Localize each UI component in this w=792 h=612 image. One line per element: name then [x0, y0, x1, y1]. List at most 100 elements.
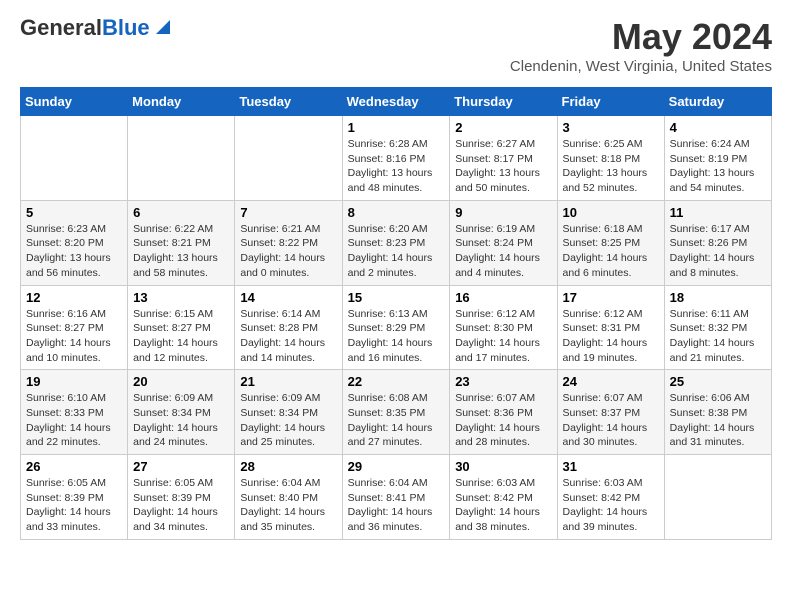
- calendar-cell: [235, 116, 342, 201]
- day-number: 8: [348, 205, 445, 220]
- day-number: 28: [240, 459, 336, 474]
- calendar-cell: 5Sunrise: 6:23 AM Sunset: 8:20 PM Daylig…: [21, 200, 128, 285]
- calendar-cell: 18 Sunrise: 6:11 AM Sunset: 8:32 PM Dayli…: [664, 285, 771, 370]
- day-number: 9: [455, 205, 551, 220]
- day-number: 5: [26, 205, 122, 220]
- weekday-header-monday: Monday: [128, 88, 235, 116]
- weekday-header-friday: Friday: [557, 88, 664, 116]
- calendar-cell: 21Sunrise: 6:09 AM Sunset: 8:34 PM Dayli…: [235, 370, 342, 455]
- calendar-cell: 23Sunrise: 6:07 AM Sunset: 8:36 PM Dayli…: [450, 370, 557, 455]
- calendar-cell: 30Sunrise: 6:03 AM Sunset: 8:42 PM Dayli…: [450, 455, 557, 540]
- day-number: 22: [348, 374, 445, 389]
- day-info: Sunrise: 6:11 AM Sunset: 8:32 PM Dayligh…: [670, 307, 766, 366]
- day-info: Sunrise: 6:24 AM Sunset: 8:19 PM Dayligh…: [670, 137, 766, 196]
- calendar-cell: 9 Sunrise: 6:19 AM Sunset: 8:24 PM Daylig…: [450, 200, 557, 285]
- day-number: 18: [670, 290, 766, 305]
- day-number: 10: [563, 205, 659, 220]
- location-title: Clendenin, West Virginia, United States: [510, 58, 772, 75]
- calendar-cell: 26 Sunrise: 6:05 AM Sunset: 8:39 PM Dayli…: [21, 455, 128, 540]
- day-number: 12: [26, 290, 122, 305]
- day-number: 25: [670, 374, 766, 389]
- weekday-header-sunday: Sunday: [21, 88, 128, 116]
- calendar-cell: 25Sunrise: 6:06 AM Sunset: 8:38 PM Dayli…: [664, 370, 771, 455]
- day-info: Sunrise: 6:13 AM Sunset: 8:29 PM Dayligh…: [348, 307, 445, 366]
- calendar-cell: 13 Sunrise: 6:15 AM Sunset: 8:27 PM Dayli…: [128, 285, 235, 370]
- day-info: Sunrise: 6:17 AM Sunset: 8:26 PM Dayligh…: [670, 222, 766, 281]
- header: GeneralBlue May 2024 Clendenin, West Vir…: [20, 16, 772, 75]
- day-info: Sunrise: 6:14 AM Sunset: 8:28 PM Dayligh…: [240, 307, 336, 366]
- calendar-week-row: 19 Sunrise: 6:10 AM Sunset: 8:33 PM Dayli…: [21, 370, 772, 455]
- weekday-header-saturday: Saturday: [664, 88, 771, 116]
- logo: GeneralBlue: [20, 16, 174, 40]
- calendar-cell: 31 Sunrise: 6:03 AM Sunset: 8:42 PM Dayli…: [557, 455, 664, 540]
- day-number: 27: [133, 459, 229, 474]
- calendar-cell: 16 Sunrise: 6:12 AM Sunset: 8:30 PM Dayli…: [450, 285, 557, 370]
- day-info: Sunrise: 6:07 AM Sunset: 8:36 PM Dayligh…: [455, 391, 551, 450]
- day-info: Sunrise: 6:25 AM Sunset: 8:18 PM Dayligh…: [563, 137, 659, 196]
- day-info: Sunrise: 6:05 AM Sunset: 8:39 PM Dayligh…: [26, 476, 122, 535]
- calendar-cell: 20 Sunrise: 6:09 AM Sunset: 8:34 PM Dayli…: [128, 370, 235, 455]
- day-number: 4: [670, 120, 766, 135]
- calendar-cell: 27 Sunrise: 6:05 AM Sunset: 8:39 PM Dayli…: [128, 455, 235, 540]
- calendar-cell: 11 Sunrise: 6:17 AM Sunset: 8:26 PM Dayli…: [664, 200, 771, 285]
- day-number: 20: [133, 374, 229, 389]
- weekday-header-wednesday: Wednesday: [342, 88, 450, 116]
- weekday-header-tuesday: Tuesday: [235, 88, 342, 116]
- day-number: 31: [563, 459, 659, 474]
- day-number: 6: [133, 205, 229, 220]
- day-info: Sunrise: 6:19 AM Sunset: 8:24 PM Dayligh…: [455, 222, 551, 281]
- calendar-week-row: 1Sunrise: 6:28 AM Sunset: 8:16 PM Daylig…: [21, 116, 772, 201]
- day-number: 26: [26, 459, 122, 474]
- day-info: Sunrise: 6:04 AM Sunset: 8:40 PM Dayligh…: [240, 476, 336, 535]
- day-info: Sunrise: 6:12 AM Sunset: 8:30 PM Dayligh…: [455, 307, 551, 366]
- day-info: Sunrise: 6:22 AM Sunset: 8:21 PM Dayligh…: [133, 222, 229, 281]
- calendar: SundayMondayTuesdayWednesdayThursdayFrid…: [20, 87, 772, 540]
- day-info: Sunrise: 6:10 AM Sunset: 8:33 PM Dayligh…: [26, 391, 122, 450]
- calendar-cell: 17 Sunrise: 6:12 AM Sunset: 8:31 PM Dayli…: [557, 285, 664, 370]
- month-title: May 2024: [510, 16, 772, 58]
- day-number: 19: [26, 374, 122, 389]
- day-number: 11: [670, 205, 766, 220]
- logo-text: GeneralBlue: [20, 16, 150, 40]
- calendar-cell: 15 Sunrise: 6:13 AM Sunset: 8:29 PM Dayli…: [342, 285, 450, 370]
- weekday-header-thursday: Thursday: [450, 88, 557, 116]
- day-info: Sunrise: 6:04 AM Sunset: 8:41 PM Dayligh…: [348, 476, 445, 535]
- day-info: Sunrise: 6:27 AM Sunset: 8:17 PM Dayligh…: [455, 137, 551, 196]
- day-info: Sunrise: 6:03 AM Sunset: 8:42 PM Dayligh…: [563, 476, 659, 535]
- day-info: Sunrise: 6:07 AM Sunset: 8:37 PM Dayligh…: [563, 391, 659, 450]
- calendar-cell: 28 Sunrise: 6:04 AM Sunset: 8:40 PM Dayli…: [235, 455, 342, 540]
- title-area: May 2024 Clendenin, West Virginia, Unite…: [510, 16, 772, 75]
- day-info: Sunrise: 6:20 AM Sunset: 8:23 PM Dayligh…: [348, 222, 445, 281]
- calendar-cell: 12Sunrise: 6:16 AM Sunset: 8:27 PM Dayli…: [21, 285, 128, 370]
- calendar-cell: [128, 116, 235, 201]
- day-info: Sunrise: 6:09 AM Sunset: 8:34 PM Dayligh…: [133, 391, 229, 450]
- day-info: Sunrise: 6:28 AM Sunset: 8:16 PM Dayligh…: [348, 137, 445, 196]
- day-number: 2: [455, 120, 551, 135]
- day-number: 13: [133, 290, 229, 305]
- calendar-cell: 24 Sunrise: 6:07 AM Sunset: 8:37 PM Dayli…: [557, 370, 664, 455]
- calendar-cell: 29Sunrise: 6:04 AM Sunset: 8:41 PM Dayli…: [342, 455, 450, 540]
- calendar-cell: 4 Sunrise: 6:24 AM Sunset: 8:19 PM Daylig…: [664, 116, 771, 201]
- day-info: Sunrise: 6:05 AM Sunset: 8:39 PM Dayligh…: [133, 476, 229, 535]
- day-number: 17: [563, 290, 659, 305]
- day-info: Sunrise: 6:15 AM Sunset: 8:27 PM Dayligh…: [133, 307, 229, 366]
- calendar-cell: 19 Sunrise: 6:10 AM Sunset: 8:33 PM Dayli…: [21, 370, 128, 455]
- day-number: 3: [563, 120, 659, 135]
- calendar-week-row: 12Sunrise: 6:16 AM Sunset: 8:27 PM Dayli…: [21, 285, 772, 370]
- calendar-cell: 3 Sunrise: 6:25 AM Sunset: 8:18 PM Daylig…: [557, 116, 664, 201]
- day-info: Sunrise: 6:18 AM Sunset: 8:25 PM Dayligh…: [563, 222, 659, 281]
- calendar-cell: 14 Sunrise: 6:14 AM Sunset: 8:28 PM Dayli…: [235, 285, 342, 370]
- calendar-week-row: 26 Sunrise: 6:05 AM Sunset: 8:39 PM Dayli…: [21, 455, 772, 540]
- day-number: 24: [563, 374, 659, 389]
- day-number: 7: [240, 205, 336, 220]
- day-info: Sunrise: 6:12 AM Sunset: 8:31 PM Dayligh…: [563, 307, 659, 366]
- day-number: 16: [455, 290, 551, 305]
- day-number: 15: [348, 290, 445, 305]
- day-number: 21: [240, 374, 336, 389]
- calendar-cell: 7Sunrise: 6:21 AM Sunset: 8:22 PM Daylig…: [235, 200, 342, 285]
- day-number: 14: [240, 290, 336, 305]
- calendar-cell: 10 Sunrise: 6:18 AM Sunset: 8:25 PM Dayli…: [557, 200, 664, 285]
- weekday-header-row: SundayMondayTuesdayWednesdayThursdayFrid…: [21, 88, 772, 116]
- logo-arrow-icon: [152, 16, 174, 38]
- calendar-cell: [664, 455, 771, 540]
